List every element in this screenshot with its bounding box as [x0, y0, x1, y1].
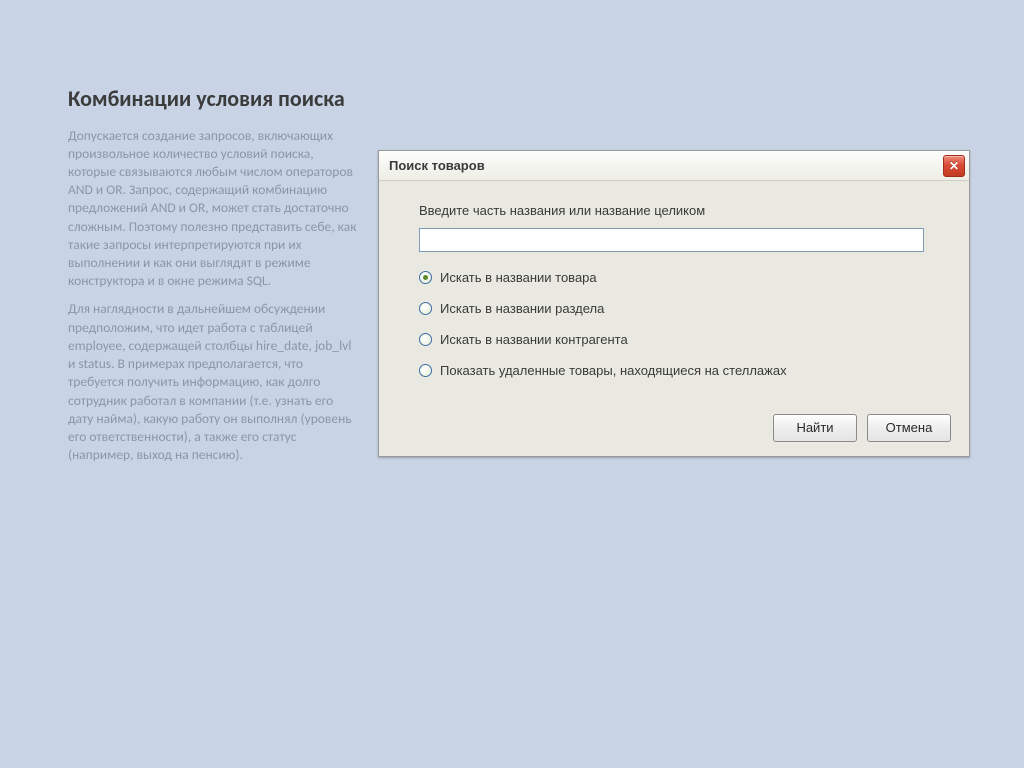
dialog-titlebar[interactable]: Поиск товаров ✕	[379, 151, 969, 181]
radio-icon	[419, 302, 432, 315]
radio-option-product-name[interactable]: Искать в названии товара	[419, 270, 941, 285]
close-button[interactable]: ✕	[943, 155, 965, 177]
slide-heading: Комбинации условия поиска	[68, 85, 358, 113]
close-icon: ✕	[949, 160, 959, 172]
radio-icon	[419, 333, 432, 346]
paragraph-1: Допускается создание запросов, включающи…	[68, 127, 358, 291]
radio-option-counterparty-name[interactable]: Искать в названии контрагента	[419, 332, 941, 347]
radio-label: Искать в названии товара	[440, 270, 597, 285]
find-button[interactable]: Найти	[773, 414, 857, 442]
cancel-button[interactable]: Отмена	[867, 414, 951, 442]
paragraph-2: Для наглядности в дальнейшем обсуждении …	[68, 300, 358, 464]
radio-label: Искать в названии контрагента	[440, 332, 628, 347]
input-prompt: Введите часть названия или название цели…	[419, 203, 941, 218]
dialog-body: Введите часть названия или название цели…	[379, 181, 969, 408]
dialog-title: Поиск товаров	[389, 158, 485, 173]
search-input[interactable]	[419, 228, 924, 252]
radio-icon	[419, 271, 432, 284]
slide: Комбинации условия поиска Допускается со…	[0, 0, 1024, 768]
radio-option-deleted-products[interactable]: Показать удаленные товары, находящиеся н…	[419, 363, 941, 378]
radio-icon	[419, 364, 432, 377]
radio-label: Искать в названии раздела	[440, 301, 604, 316]
search-dialog: Поиск товаров ✕ Введите часть названия и…	[378, 150, 970, 457]
dialog-button-row: Найти Отмена	[379, 408, 969, 456]
radio-label: Показать удаленные товары, находящиеся н…	[440, 363, 787, 378]
left-column: Комбинации условия поиска Допускается со…	[68, 85, 358, 474]
radio-option-section-name[interactable]: Искать в названии раздела	[419, 301, 941, 316]
